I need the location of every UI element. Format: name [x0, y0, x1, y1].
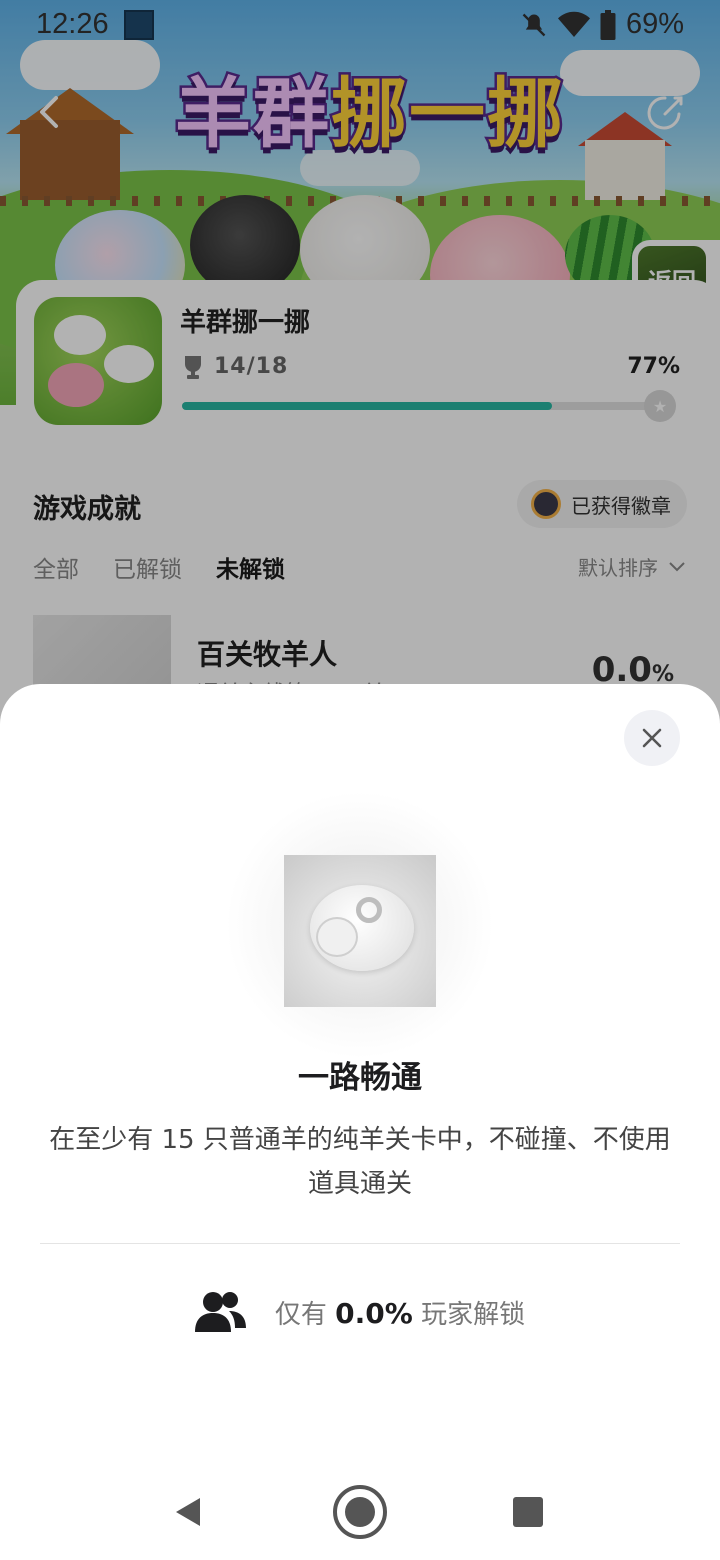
nav-back-icon[interactable] [170, 1494, 206, 1530]
close-button[interactable] [624, 710, 680, 766]
divider [40, 1243, 680, 1244]
achievement-image [284, 855, 436, 1007]
nav-recents-icon[interactable] [512, 1496, 544, 1528]
users-icon [194, 1292, 246, 1332]
system-nav-bar [0, 1470, 720, 1560]
close-icon [642, 728, 662, 748]
detail-title: 一路畅通 [298, 1060, 422, 1096]
detail-description: 在至少有 15 只普通羊的纯羊关卡中，不碰撞、不使用道具通关 [49, 1125, 671, 1199]
unlock-stat: 仅有 0.0% 玩家解锁 [0, 1290, 720, 1334]
nav-home-icon[interactable] [332, 1484, 388, 1540]
